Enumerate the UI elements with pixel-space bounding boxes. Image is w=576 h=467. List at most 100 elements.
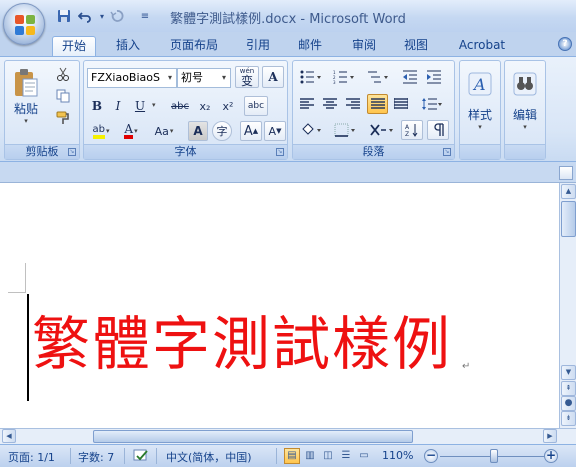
horizontal-scrollbar[interactable]: ◀ ▶ — [0, 428, 576, 444]
shading-button[interactable] — [296, 120, 326, 140]
ruler-strip — [0, 162, 576, 183]
zoom-out-icon[interactable]: − — [424, 449, 438, 463]
help-icon[interactable]: ? — [558, 37, 572, 51]
document-page[interactable]: 繁體字測試樣例 ↵ — [0, 183, 559, 428]
editing-group-label — [505, 144, 545, 159]
show-marks-button[interactable] — [427, 120, 449, 140]
language-indicator[interactable]: 中文(简体，中国) — [166, 449, 252, 465]
format-painter-icon — [56, 111, 69, 124]
view-ruler-button[interactable] — [559, 166, 573, 180]
status-separator — [276, 448, 277, 464]
title-bar: ▾ ≡ 繁體字測試樣例.docx - Microsoft Word — [0, 0, 576, 32]
chinese-layout-icon — [370, 124, 393, 136]
proofing-icon[interactable] — [132, 448, 150, 467]
previous-page-icon[interactable]: ⇞ — [561, 381, 576, 396]
tab-mailings[interactable]: 邮件 — [290, 36, 330, 56]
bold-button[interactable]: B — [88, 97, 106, 115]
distributed-button[interactable] — [391, 94, 411, 114]
highlight-button[interactable]: ab ▾ — [88, 121, 114, 141]
increase-indent-button[interactable] — [423, 67, 445, 87]
bullets-button[interactable] — [296, 67, 326, 87]
align-left-icon — [300, 98, 314, 109]
scroll-left-icon[interactable]: ◀ — [2, 429, 16, 443]
web-layout-icon[interactable]: ◫ — [320, 448, 336, 464]
zoom-in-icon[interactable]: + — [544, 449, 558, 463]
styles-button[interactable]: A 样式 ▾ — [463, 65, 497, 137]
editing-button[interactable]: 编辑 ▾ — [508, 65, 542, 137]
clipboard-launcher-icon[interactable]: ↘ — [68, 148, 76, 156]
scroll-up-icon[interactable]: ▲ — [561, 184, 576, 199]
word-count[interactable]: 字数: 7 — [78, 449, 114, 465]
change-case-wen-button[interactable]: wén 变 — [235, 66, 259, 88]
justify-button[interactable] — [367, 94, 388, 114]
tab-home[interactable]: 开始 — [52, 36, 96, 56]
outline-view-icon[interactable]: ☰ — [338, 448, 354, 464]
font-launcher-icon[interactable]: ↘ — [276, 148, 284, 156]
tab-references[interactable]: 引用 — [238, 36, 278, 56]
format-painter-button[interactable] — [53, 109, 73, 127]
line-spacing-button[interactable] — [417, 94, 447, 114]
strikethrough-button[interactable]: abc — [168, 97, 192, 115]
copy-button[interactable] — [53, 87, 73, 105]
subscript-button[interactable]: x₂ — [195, 97, 215, 115]
sort-button[interactable]: AZ — [401, 120, 423, 140]
zoom-slider-thumb[interactable] — [490, 449, 499, 463]
italic-button[interactable]: I — [109, 97, 127, 115]
decrease-indent-button[interactable] — [399, 67, 421, 87]
scroll-down-icon[interactable]: ▼ — [561, 365, 576, 380]
scroll-right-icon[interactable]: ▶ — [543, 429, 557, 443]
next-page-icon[interactable]: ⇟ — [561, 411, 576, 426]
paragraph-launcher-icon[interactable]: ↘ — [443, 148, 451, 156]
align-right-button[interactable] — [343, 94, 363, 114]
numbering-button[interactable]: 123 — [329, 67, 359, 87]
document-body-text[interactable]: 繁體字測試樣例 — [32, 311, 452, 377]
font-size-combo[interactable]: 初号 ▾ — [177, 68, 231, 88]
font-color-dropdown-icon[interactable]: ▾ — [134, 127, 138, 135]
select-browse-object-icon[interactable]: ● — [561, 396, 576, 411]
underline-dropdown-icon[interactable]: ▾ — [152, 101, 156, 109]
underline-button[interactable]: U — [131, 97, 149, 115]
font-color-button[interactable]: A ▾ — [118, 121, 144, 141]
multilevel-list-button[interactable] — [363, 67, 393, 87]
font-name-dropdown-icon[interactable]: ▾ — [164, 69, 176, 87]
ribbon: 粘贴 ▾ 剪贴板 ↘ FZXiaoBiaoS ▾ 初号 ▾ wén 变 A B … — [0, 56, 576, 162]
print-layout-view-icon[interactable]: ▤ — [284, 448, 300, 464]
tab-acrobat[interactable]: Acrobat — [452, 36, 512, 56]
enclose-char-button[interactable]: 字 — [212, 121, 232, 141]
styles-dropdown-icon: ▾ — [478, 122, 482, 131]
align-center-button[interactable] — [320, 94, 340, 114]
change-case-dropdown-icon[interactable]: ▾ — [170, 127, 174, 135]
font-size-dropdown-icon[interactable]: ▾ — [218, 69, 230, 87]
bullets-icon — [300, 70, 321, 84]
chinese-layout-button[interactable] — [366, 120, 398, 140]
char-shading-button[interactable]: A — [188, 121, 208, 141]
horizontal-scroll-thumb[interactable] — [93, 430, 413, 443]
tab-insert[interactable]: 插入 — [108, 36, 148, 56]
shrink-font-button[interactable]: A ▼ — [264, 121, 286, 141]
align-left-button[interactable] — [297, 94, 317, 114]
office-button[interactable] — [3, 3, 45, 45]
grow-font-button[interactable]: A ▲ — [240, 121, 262, 141]
borders-icon — [334, 123, 355, 137]
font-name-combo[interactable]: FZXiaoBiaoS ▾ — [87, 68, 177, 88]
cut-button[interactable] — [53, 65, 73, 83]
zoom-level[interactable]: 110% — [382, 449, 413, 462]
tab-view[interactable]: 视图 — [396, 36, 436, 56]
draft-view-icon[interactable]: ▭ — [356, 448, 372, 464]
borders-button[interactable] — [330, 120, 360, 140]
phonetic-guide-button[interactable]: abc — [244, 96, 268, 116]
vertical-scroll-thumb[interactable] — [561, 201, 576, 237]
tab-page-layout[interactable]: 页面布局 — [162, 36, 226, 56]
paste-button[interactable]: 粘贴 ▾ — [9, 63, 43, 129]
tab-review[interactable]: 审阅 — [344, 36, 384, 56]
full-screen-reading-icon[interactable]: ▥ — [302, 448, 318, 464]
char-border-button[interactable]: A — [262, 66, 284, 88]
superscript-button[interactable]: x² — [218, 97, 238, 115]
office-logo-icon — [15, 15, 35, 35]
font-size-value: 初号 — [181, 71, 203, 84]
vertical-scrollbar[interactable]: ▲ ▼ ⇞ ● ⇟ — [559, 183, 576, 428]
page-count[interactable]: 页面: 1/1 — [8, 449, 55, 465]
change-case-button[interactable]: Aa ▾ — [150, 121, 178, 141]
highlight-dropdown-icon[interactable]: ▾ — [106, 127, 110, 135]
wen-char-label: 变 — [240, 74, 253, 88]
